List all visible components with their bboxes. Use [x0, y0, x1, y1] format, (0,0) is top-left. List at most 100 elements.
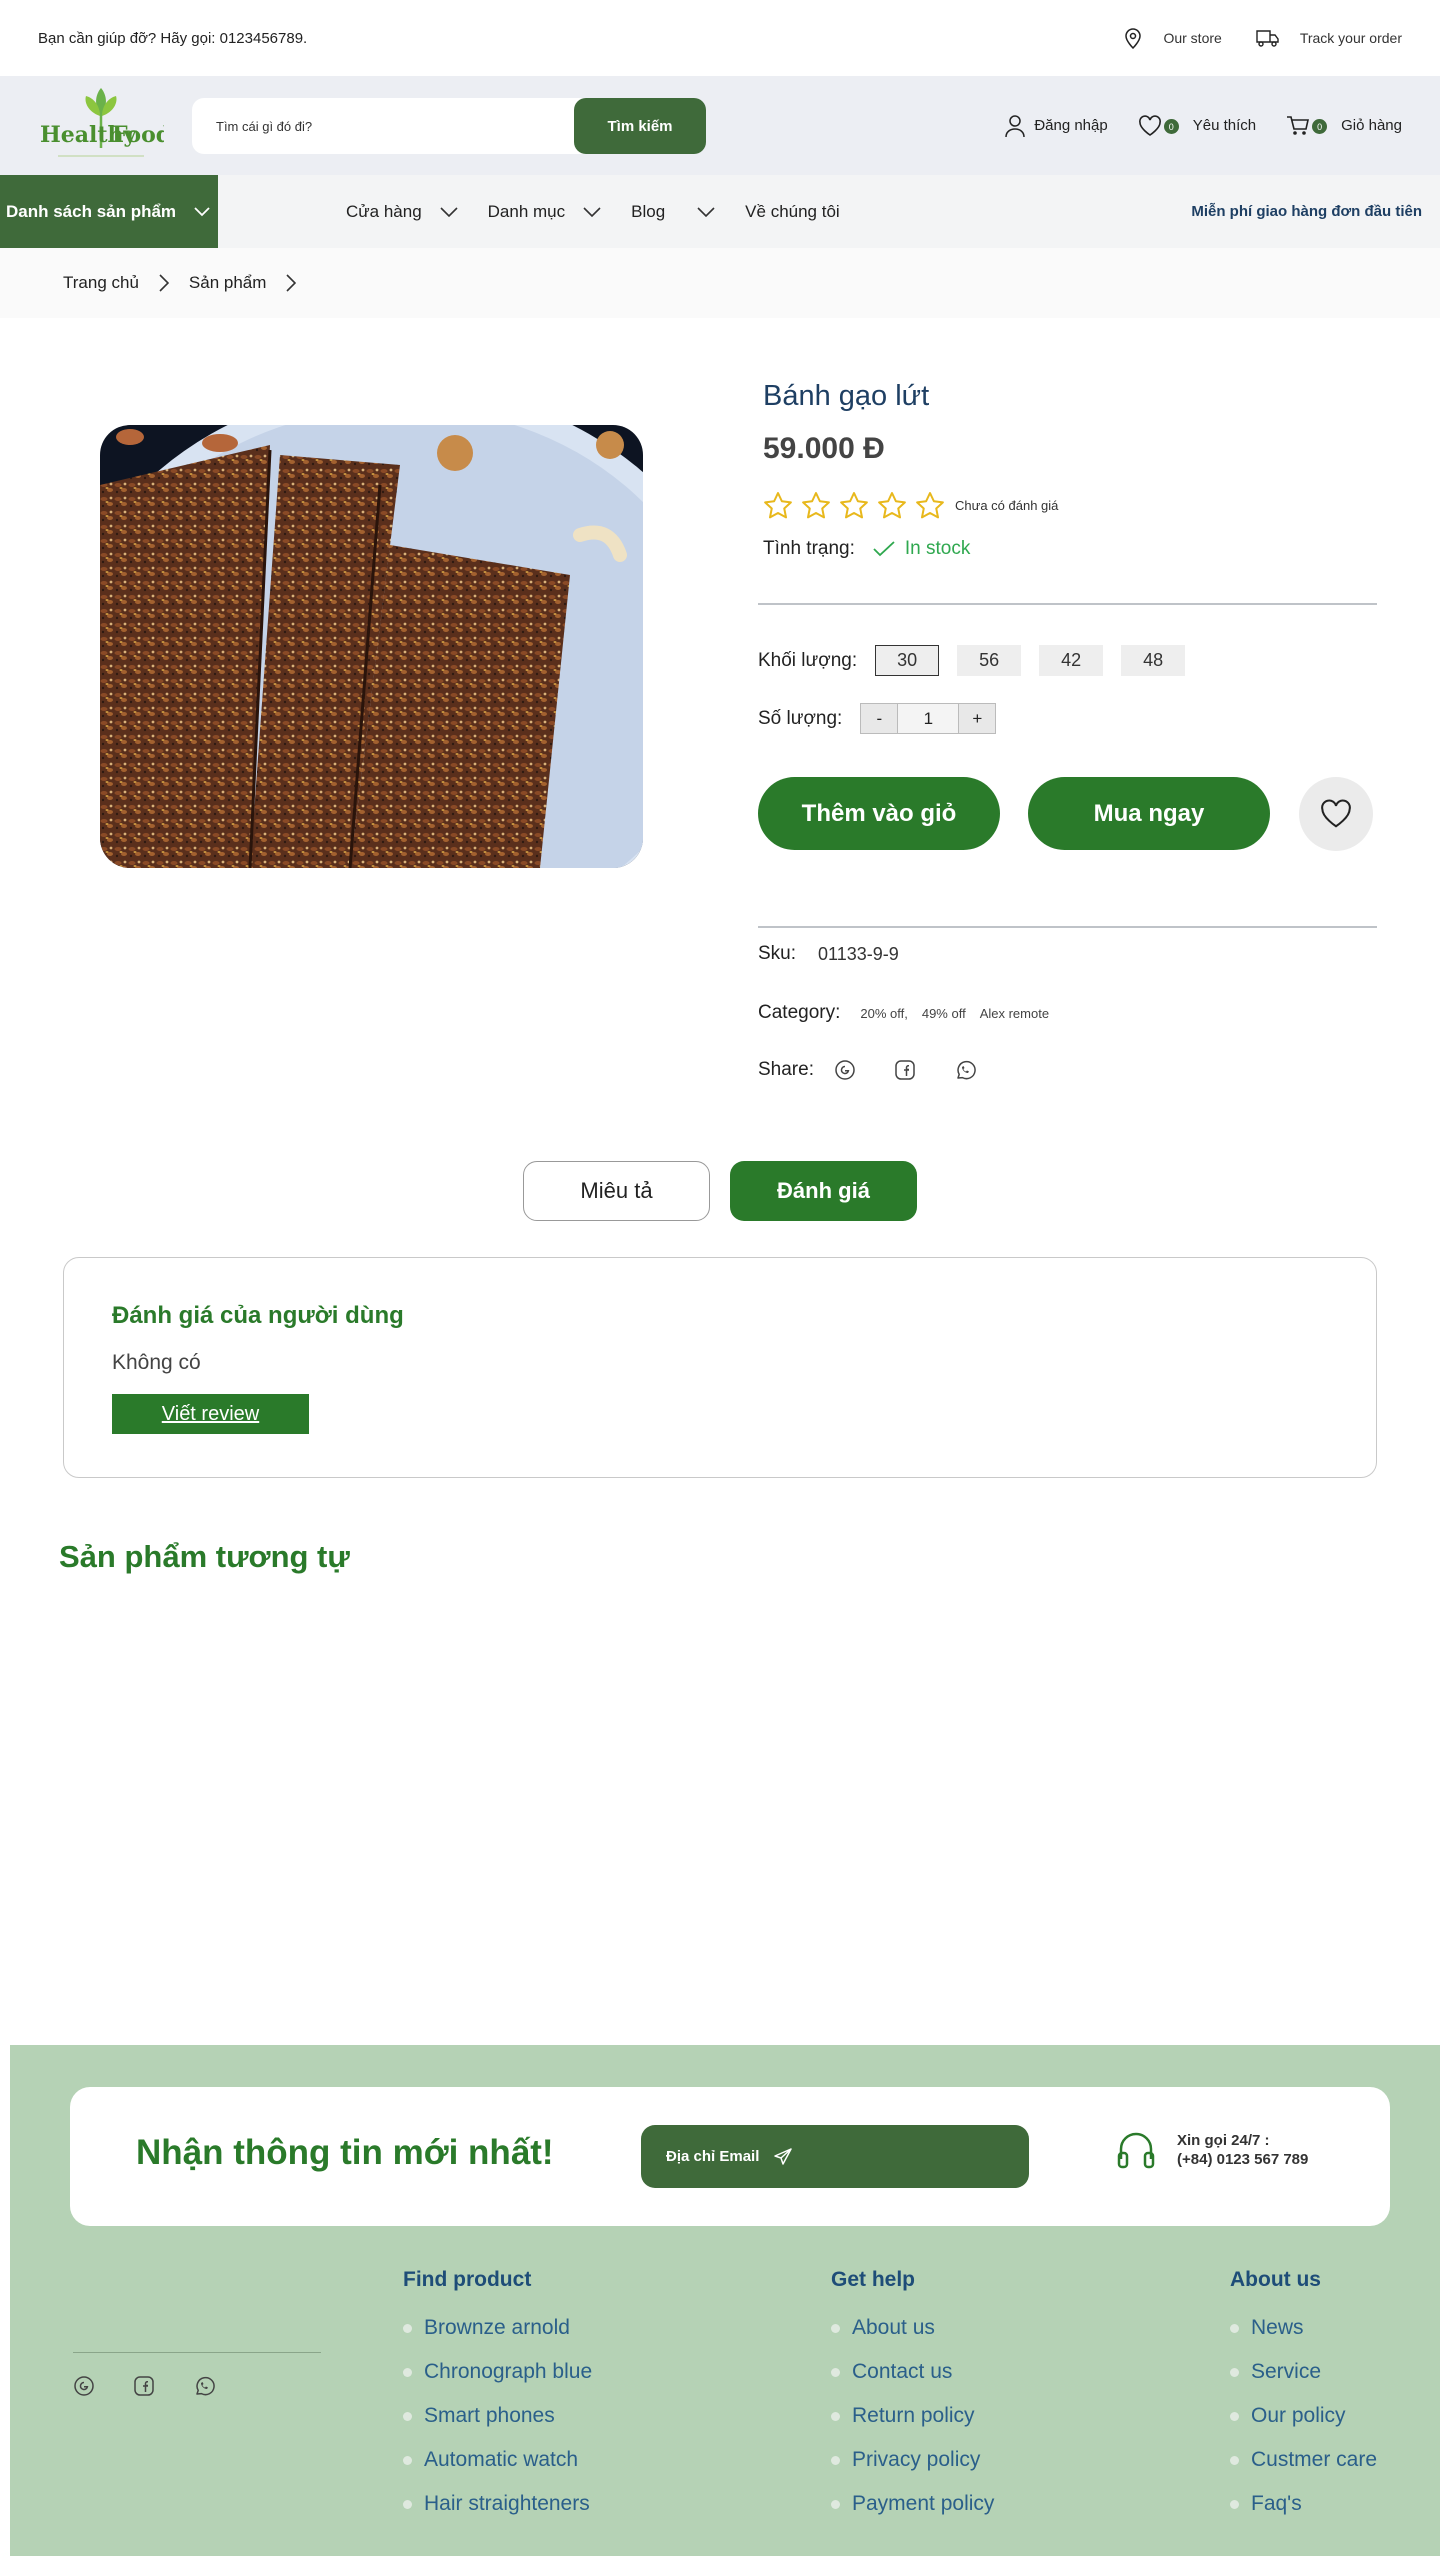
email-subscribe-button[interactable]: Địa chỉ Email — [641, 2125, 1029, 2188]
tab-review[interactable]: Đánh giá — [730, 1161, 917, 1221]
quantity-decrease-button[interactable]: - — [861, 704, 898, 733]
review-title: Đánh giá của người dùng — [112, 1302, 404, 1329]
whatsapp-icon[interactable] — [193, 2375, 215, 2397]
breadcrumb-home[interactable]: Trang chủ — [63, 273, 139, 293]
location-pin-icon — [1123, 27, 1143, 49]
footer-link[interactable]: Hair straighteners — [403, 2482, 592, 2526]
footer-column-about-us: About us News Service Our policy Custmer… — [1230, 2268, 1377, 2526]
buy-now-button[interactable]: Mua ngay — [1028, 777, 1270, 850]
star-icon — [839, 491, 869, 520]
add-to-wishlist-button[interactable] — [1299, 777, 1373, 851]
footer-link[interactable]: Privacy policy — [831, 2438, 994, 2482]
weight-option-48[interactable]: 48 — [1121, 645, 1186, 676]
cart-label: Giỏ hàng — [1341, 117, 1402, 134]
weight-option-30[interactable]: 30 — [875, 645, 940, 676]
quantity-value[interactable]: 1 — [897, 704, 960, 733]
facebook-icon[interactable] — [133, 2375, 155, 2397]
footer-link[interactable]: Automatic watch — [403, 2438, 592, 2482]
footer-link[interactable]: Service — [1230, 2350, 1377, 2394]
footer-link-label: Our policy — [1251, 2404, 1346, 2427]
footer-link[interactable]: Our policy — [1230, 2394, 1377, 2438]
footer-link[interactable]: Brownze arnold — [403, 2306, 592, 2350]
footer-link[interactable]: Return policy — [831, 2394, 994, 2438]
our-store-link[interactable]: Our store — [1123, 27, 1222, 49]
healthy-food-logo[interactable]: Healthy Food — [38, 86, 164, 164]
heart-icon — [1319, 799, 1353, 829]
nav-item-shop[interactable]: Cửa hàng — [346, 202, 458, 222]
nav-item-about-label: Về chúng tôi — [745, 201, 840, 221]
heart-icon — [1138, 114, 1162, 137]
star-icon — [763, 491, 793, 520]
bullet-dot — [1230, 2499, 1239, 2509]
sku-row: Sku: 01133-9-9 — [758, 943, 899, 965]
footer-link[interactable]: Faq's — [1230, 2482, 1377, 2526]
track-order-link[interactable]: Track your order — [1256, 28, 1402, 48]
bullet-dot — [831, 2455, 840, 2465]
nav-item-categories-label: Danh mục — [487, 201, 566, 221]
cart-link[interactable]: 0 Giỏ hàng — [1286, 115, 1402, 137]
footer-link-label: Contact us — [852, 2360, 953, 2383]
wishlist-link[interactable]: 0 Yêu thích — [1138, 114, 1257, 137]
footer-link[interactable]: Contact us — [831, 2350, 994, 2394]
bullet-dot — [1230, 2455, 1239, 2465]
footer-column-title: Get help — [831, 2268, 916, 2291]
footer-link[interactable]: About us — [831, 2306, 994, 2350]
nav-item-about[interactable]: Về chúng tôi — [745, 202, 840, 222]
search-input[interactable] — [192, 98, 572, 154]
footer-column-title: Find product — [403, 2268, 532, 2291]
footer-link-label: Faq's — [1251, 2492, 1302, 2515]
divider — [758, 603, 1377, 605]
wishlist-label: Yêu thích — [1192, 117, 1257, 134]
footer-link[interactable]: Chronograph blue — [403, 2350, 592, 2394]
footer-link-label: Return policy — [852, 2404, 975, 2427]
weight-option-42[interactable]: 42 — [1039, 645, 1104, 676]
search-button[interactable]: Tìm kiếm — [574, 98, 706, 154]
facebook-icon[interactable] — [894, 1059, 916, 1081]
chevron-down-icon — [440, 206, 458, 217]
top-bar: Bạn cần giúp đỡ? Hãy gọi: 0123456789. Ou… — [0, 0, 1440, 76]
sku-label: Sku: — [758, 943, 797, 964]
footer-link[interactable]: News — [1230, 2306, 1377, 2350]
footer-link[interactable]: Custmer care — [1230, 2438, 1377, 2482]
nav-item-blog-label: Blog — [631, 201, 666, 221]
footer-link-label: Automatic watch — [424, 2448, 579, 2471]
category-tag[interactable]: Alex remote — [980, 1006, 1049, 1021]
bullet-dot — [403, 2367, 412, 2377]
google-icon[interactable] — [834, 1059, 856, 1081]
write-review-button[interactable]: Viết review — [112, 1394, 309, 1434]
weight-option-56[interactable]: 56 — [957, 645, 1022, 676]
category-tag[interactable]: 20% off, — [860, 1006, 907, 1021]
bullet-dot — [403, 2323, 412, 2333]
phone-line-1: Xin gọi 24/7 : — [1177, 2132, 1270, 2149]
stock-status: Tình trạng: In stock — [763, 538, 970, 560]
bullet-dot — [1230, 2411, 1239, 2421]
footer-link-label: News — [1251, 2316, 1304, 2339]
whatsapp-icon[interactable] — [954, 1059, 976, 1081]
footer-link[interactable]: Payment policy — [831, 2482, 994, 2526]
review-panel: Đánh giá của người dùng Không có Viết re… — [63, 1257, 1377, 1478]
category-tag[interactable]: 49% off — [922, 1006, 966, 1021]
footer-link[interactable]: Smart phones — [403, 2394, 592, 2438]
review-empty-text: Không có — [112, 1351, 201, 1374]
in-stock-indicator: In stock — [873, 538, 970, 560]
nav-item-categories[interactable]: Danh mục — [488, 202, 601, 222]
star-icon — [877, 491, 907, 520]
quantity-increase-button[interactable]: + — [959, 704, 996, 733]
footer-link-label: Brownze arnold — [424, 2316, 570, 2339]
product-list-dropdown[interactable]: Danh sách sản phẩm — [0, 175, 218, 248]
nav-item-blog[interactable]: Blog — [631, 202, 715, 222]
login-link[interactable]: Đăng nhập — [1004, 114, 1108, 138]
star-icon — [915, 491, 945, 520]
google-icon[interactable] — [73, 2375, 95, 2397]
our-store-label: Our store — [1163, 30, 1222, 46]
bullet-dot — [831, 2323, 840, 2333]
add-to-cart-button[interactable]: Thêm vào giỏ — [758, 777, 1000, 850]
product-list-label: Danh sách sản phẩm — [6, 201, 177, 221]
breadcrumb-products[interactable]: Sản phẩm — [189, 273, 267, 293]
user-icon — [1004, 114, 1026, 138]
tab-description[interactable]: Miêu tả — [523, 1161, 710, 1221]
bullet-dot — [403, 2499, 412, 2509]
star-icon — [801, 491, 831, 520]
share-row: Share: — [758, 1059, 976, 1081]
similar-products-title: Sản phẩm tương tự — [59, 1539, 350, 1574]
